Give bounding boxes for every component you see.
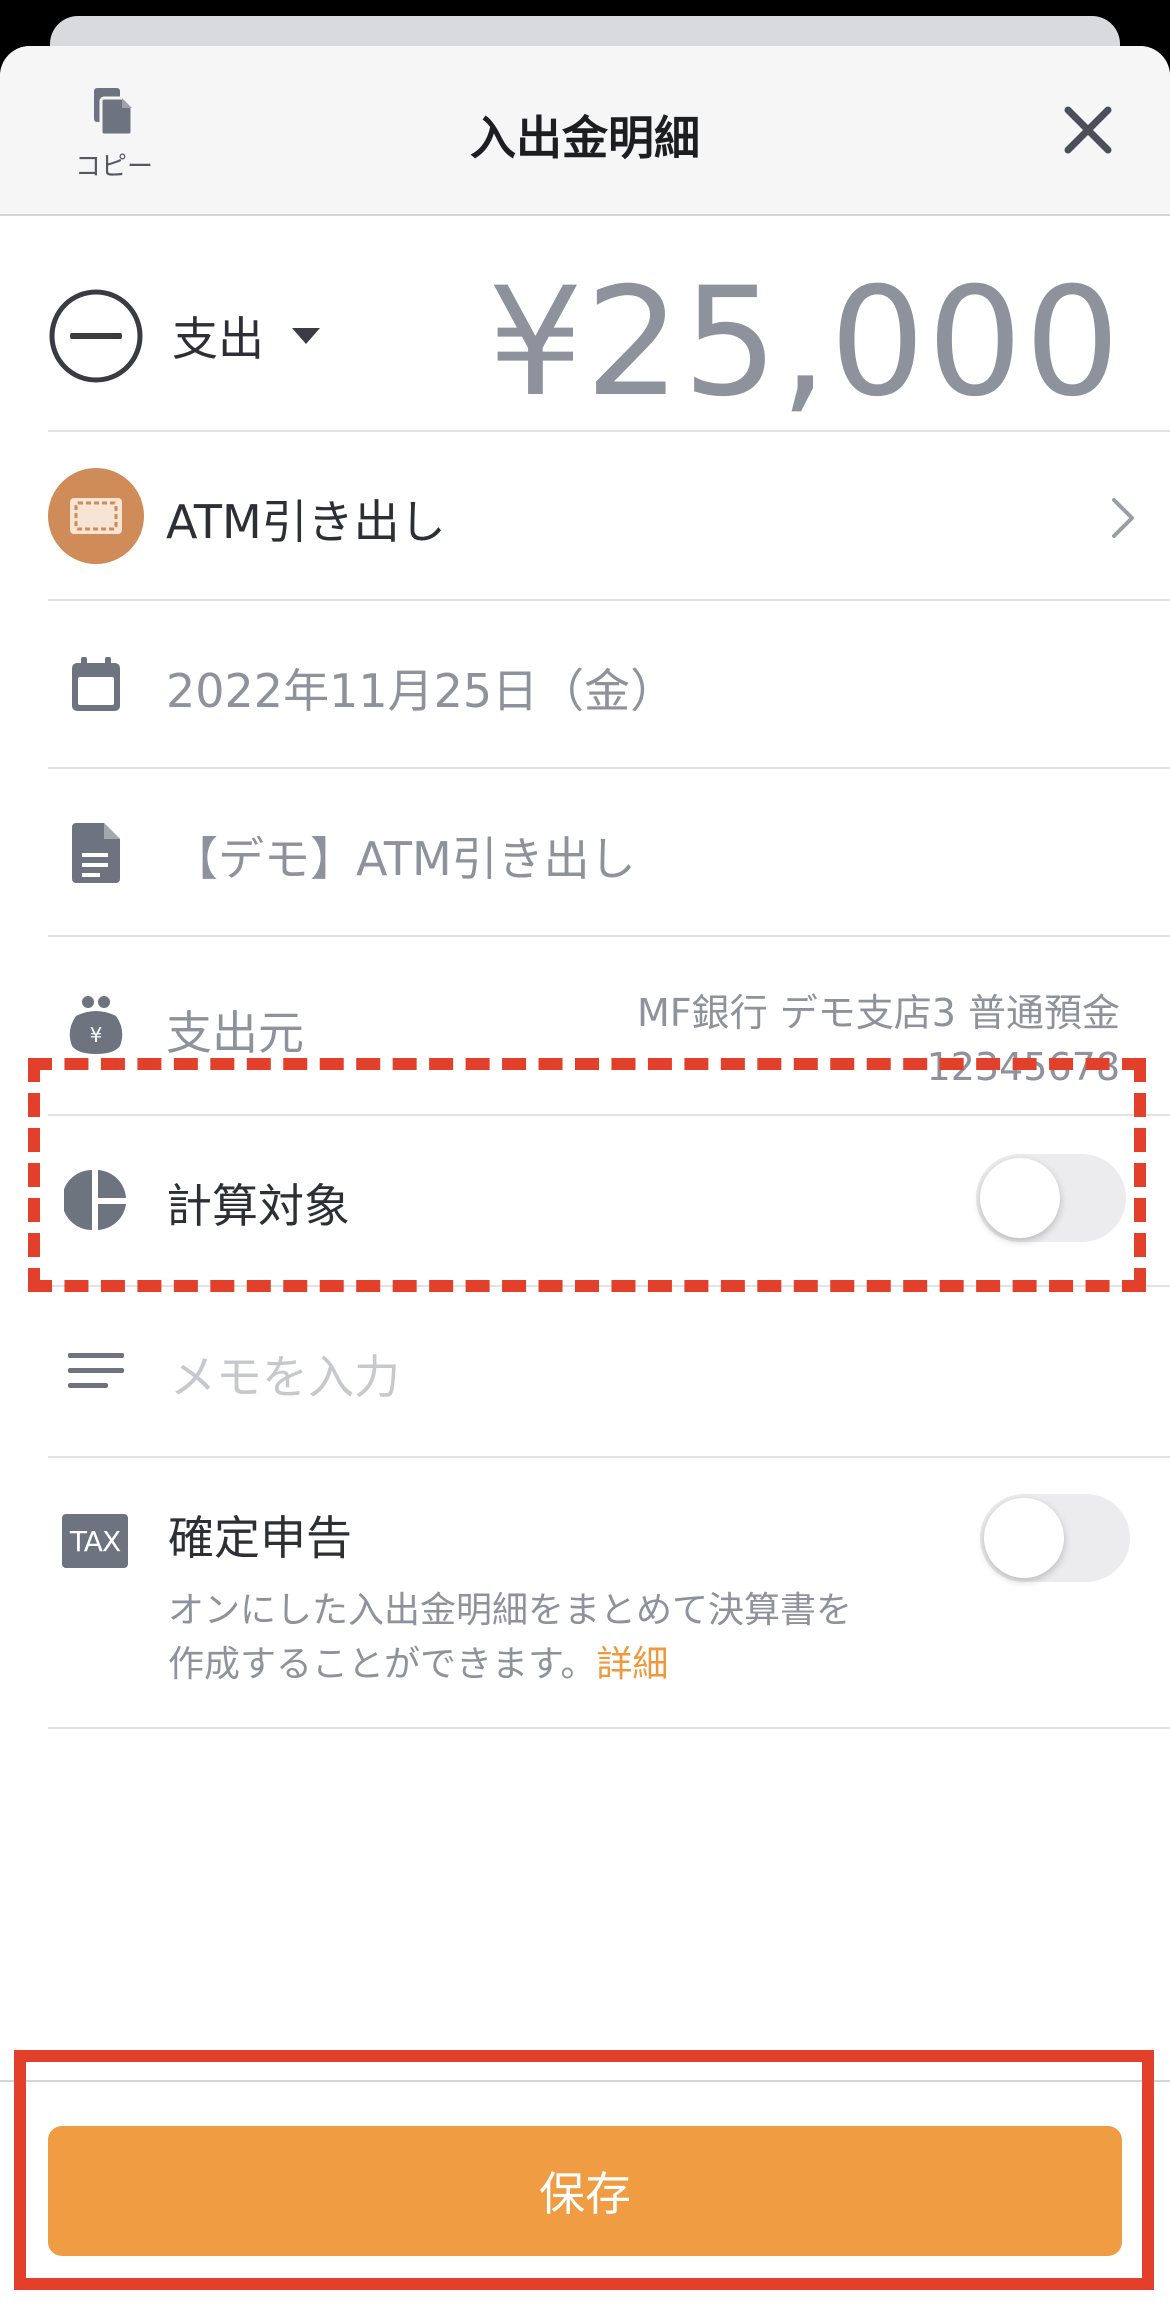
wallet-icon xyxy=(48,468,144,564)
purse-icon: ¥ xyxy=(69,996,123,1054)
page-title: 入出金明細 xyxy=(470,111,700,165)
tax-return-toggle[interactable] xyxy=(980,1494,1130,1582)
source-label: 支出元 xyxy=(166,1006,304,1060)
close-icon xyxy=(1064,106,1112,154)
content-value: 【デモ】ATM引き出し xyxy=(172,832,636,886)
tax-details-link[interactable]: 詳細 xyxy=(596,1644,668,1685)
tax-return-description: オンにした入出金明細をまとめて決算書を 作成することができます。詳細 xyxy=(168,1584,968,1692)
tax-desc-text: 作成することができます。 xyxy=(168,1644,597,1685)
divider xyxy=(48,1727,1170,1729)
document-icon xyxy=(72,823,120,883)
amount-display[interactable]: ¥25,000 xyxy=(488,256,1122,430)
expense-type-label: 支出 xyxy=(172,312,264,366)
date-row[interactable]: 2022年11月25日（金） xyxy=(0,601,1170,769)
save-button-highlight-box xyxy=(14,2050,1154,2290)
tax-badge-icon: TAX xyxy=(62,1514,128,1568)
chevron-down-icon xyxy=(292,328,320,344)
svg-text:¥: ¥ xyxy=(90,1023,103,1047)
memo-input[interactable]: メモを入力 xyxy=(170,1341,400,1407)
content-row[interactable]: 【デモ】ATM引き出し xyxy=(0,769,1170,937)
source-account-name: MF銀行 デモ支店3 普通預金 xyxy=(637,991,1120,1035)
memo-icon-wrap xyxy=(48,1323,144,1419)
tax-return-label: 確定申告 xyxy=(168,1511,352,1565)
category-badge xyxy=(48,468,144,564)
tax-desc-line2: 作成することができます。詳細 xyxy=(168,1638,968,1692)
chevron-right-icon xyxy=(1112,498,1134,538)
date-icon-wrap xyxy=(48,637,144,733)
memo-lines-icon xyxy=(68,1353,124,1388)
expense-type-selector[interactable]: 支出 xyxy=(48,286,322,386)
content-icon-wrap xyxy=(48,805,144,901)
category-label: ATM引き出し xyxy=(166,495,446,549)
date-value: 2022年11月25日（金） xyxy=(166,664,677,718)
tax-desc-line1: オンにした入出金明細をまとめて決算書を xyxy=(168,1590,853,1631)
calc-target-highlight-box xyxy=(28,1058,1146,1292)
toggle-knob xyxy=(984,1498,1064,1578)
minus-circle-icon xyxy=(49,289,143,383)
memo-row[interactable]: メモを入力 xyxy=(0,1287,1170,1455)
category-row[interactable]: ATM引き出し xyxy=(0,432,1170,600)
calendar-icon xyxy=(72,657,120,711)
sheet-header: コピー 入出金明細 xyxy=(0,46,1170,216)
close-button[interactable] xyxy=(1058,100,1118,160)
